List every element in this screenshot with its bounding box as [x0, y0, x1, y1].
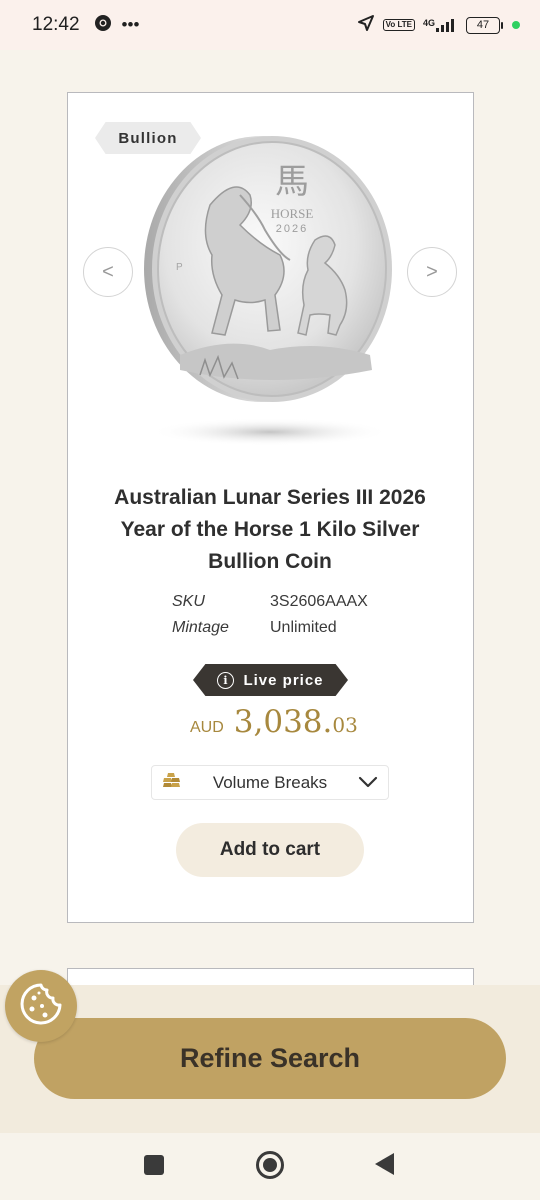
chrome-icon — [94, 14, 112, 37]
price-cents: 03 — [332, 713, 358, 737]
cookie-settings-button[interactable] — [5, 970, 77, 1042]
refine-search-button[interactable]: Refine Search — [34, 1018, 506, 1099]
location-icon — [357, 14, 375, 37]
spec-row-sku: SKU 3S2606AAAX — [172, 593, 368, 611]
price-currency: AUD — [190, 719, 224, 736]
network-type: 4G — [422, 18, 435, 28]
gold-bars-icon — [162, 772, 182, 793]
battery-level: 47 — [476, 19, 490, 31]
coin-chinese-char: 馬 — [275, 162, 309, 202]
volte-indicator: Vo LTE — [382, 19, 415, 31]
spec-label: SKU — [172, 593, 205, 610]
chevron-left-icon: < — [102, 260, 114, 283]
spec-value: 3S2606AAAX — [270, 593, 368, 610]
coin-horse-text: HORSE — [271, 206, 314, 221]
product-title[interactable]: Australian Lunar Series III 2026 Year of… — [90, 482, 450, 578]
next-image-button[interactable]: > — [407, 247, 457, 297]
status-bar: 12:42 ••• Vo LTE 4G 47 — [0, 0, 540, 50]
recents-icon[interactable] — [144, 1155, 164, 1175]
spec-row-mintage: Mintage Unlimited — [172, 619, 337, 637]
chevron-down-icon — [358, 773, 378, 793]
product-image[interactable]: 馬 HORSE 2026 P — [140, 135, 400, 455]
info-icon: i — [217, 671, 235, 689]
price-main: 3,038. — [233, 704, 333, 740]
privacy-indicator-dot — [512, 21, 520, 29]
add-to-cart-button[interactable]: Add to cart — [176, 823, 364, 877]
cookie-icon — [17, 980, 65, 1033]
home-icon[interactable] — [256, 1151, 284, 1179]
back-icon[interactable] — [375, 1153, 394, 1175]
volume-breaks-dropdown[interactable]: Volume Breaks — [151, 765, 389, 800]
product-price: AUD 3,038. 03 — [190, 704, 360, 740]
battery-icon: 47 — [466, 16, 503, 34]
more-notifications-icon: ••• — [121, 15, 140, 34]
status-time: 12:42 — [32, 14, 80, 35]
live-price-badge[interactable]: i Live price — [193, 664, 348, 696]
volume-breaks-label: Volume Breaks — [212, 772, 328, 792]
chevron-right-icon: > — [426, 260, 438, 283]
coin-mint-mark: P — [176, 262, 183, 273]
live-price-label: Live price — [243, 671, 324, 689]
prev-image-button[interactable]: < — [83, 247, 133, 297]
signal-icon: 4G — [423, 18, 458, 32]
coin-year-text: 2026 — [276, 223, 308, 235]
spec-label: Mintage — [172, 619, 229, 636]
spec-value: Unlimited — [270, 619, 337, 636]
